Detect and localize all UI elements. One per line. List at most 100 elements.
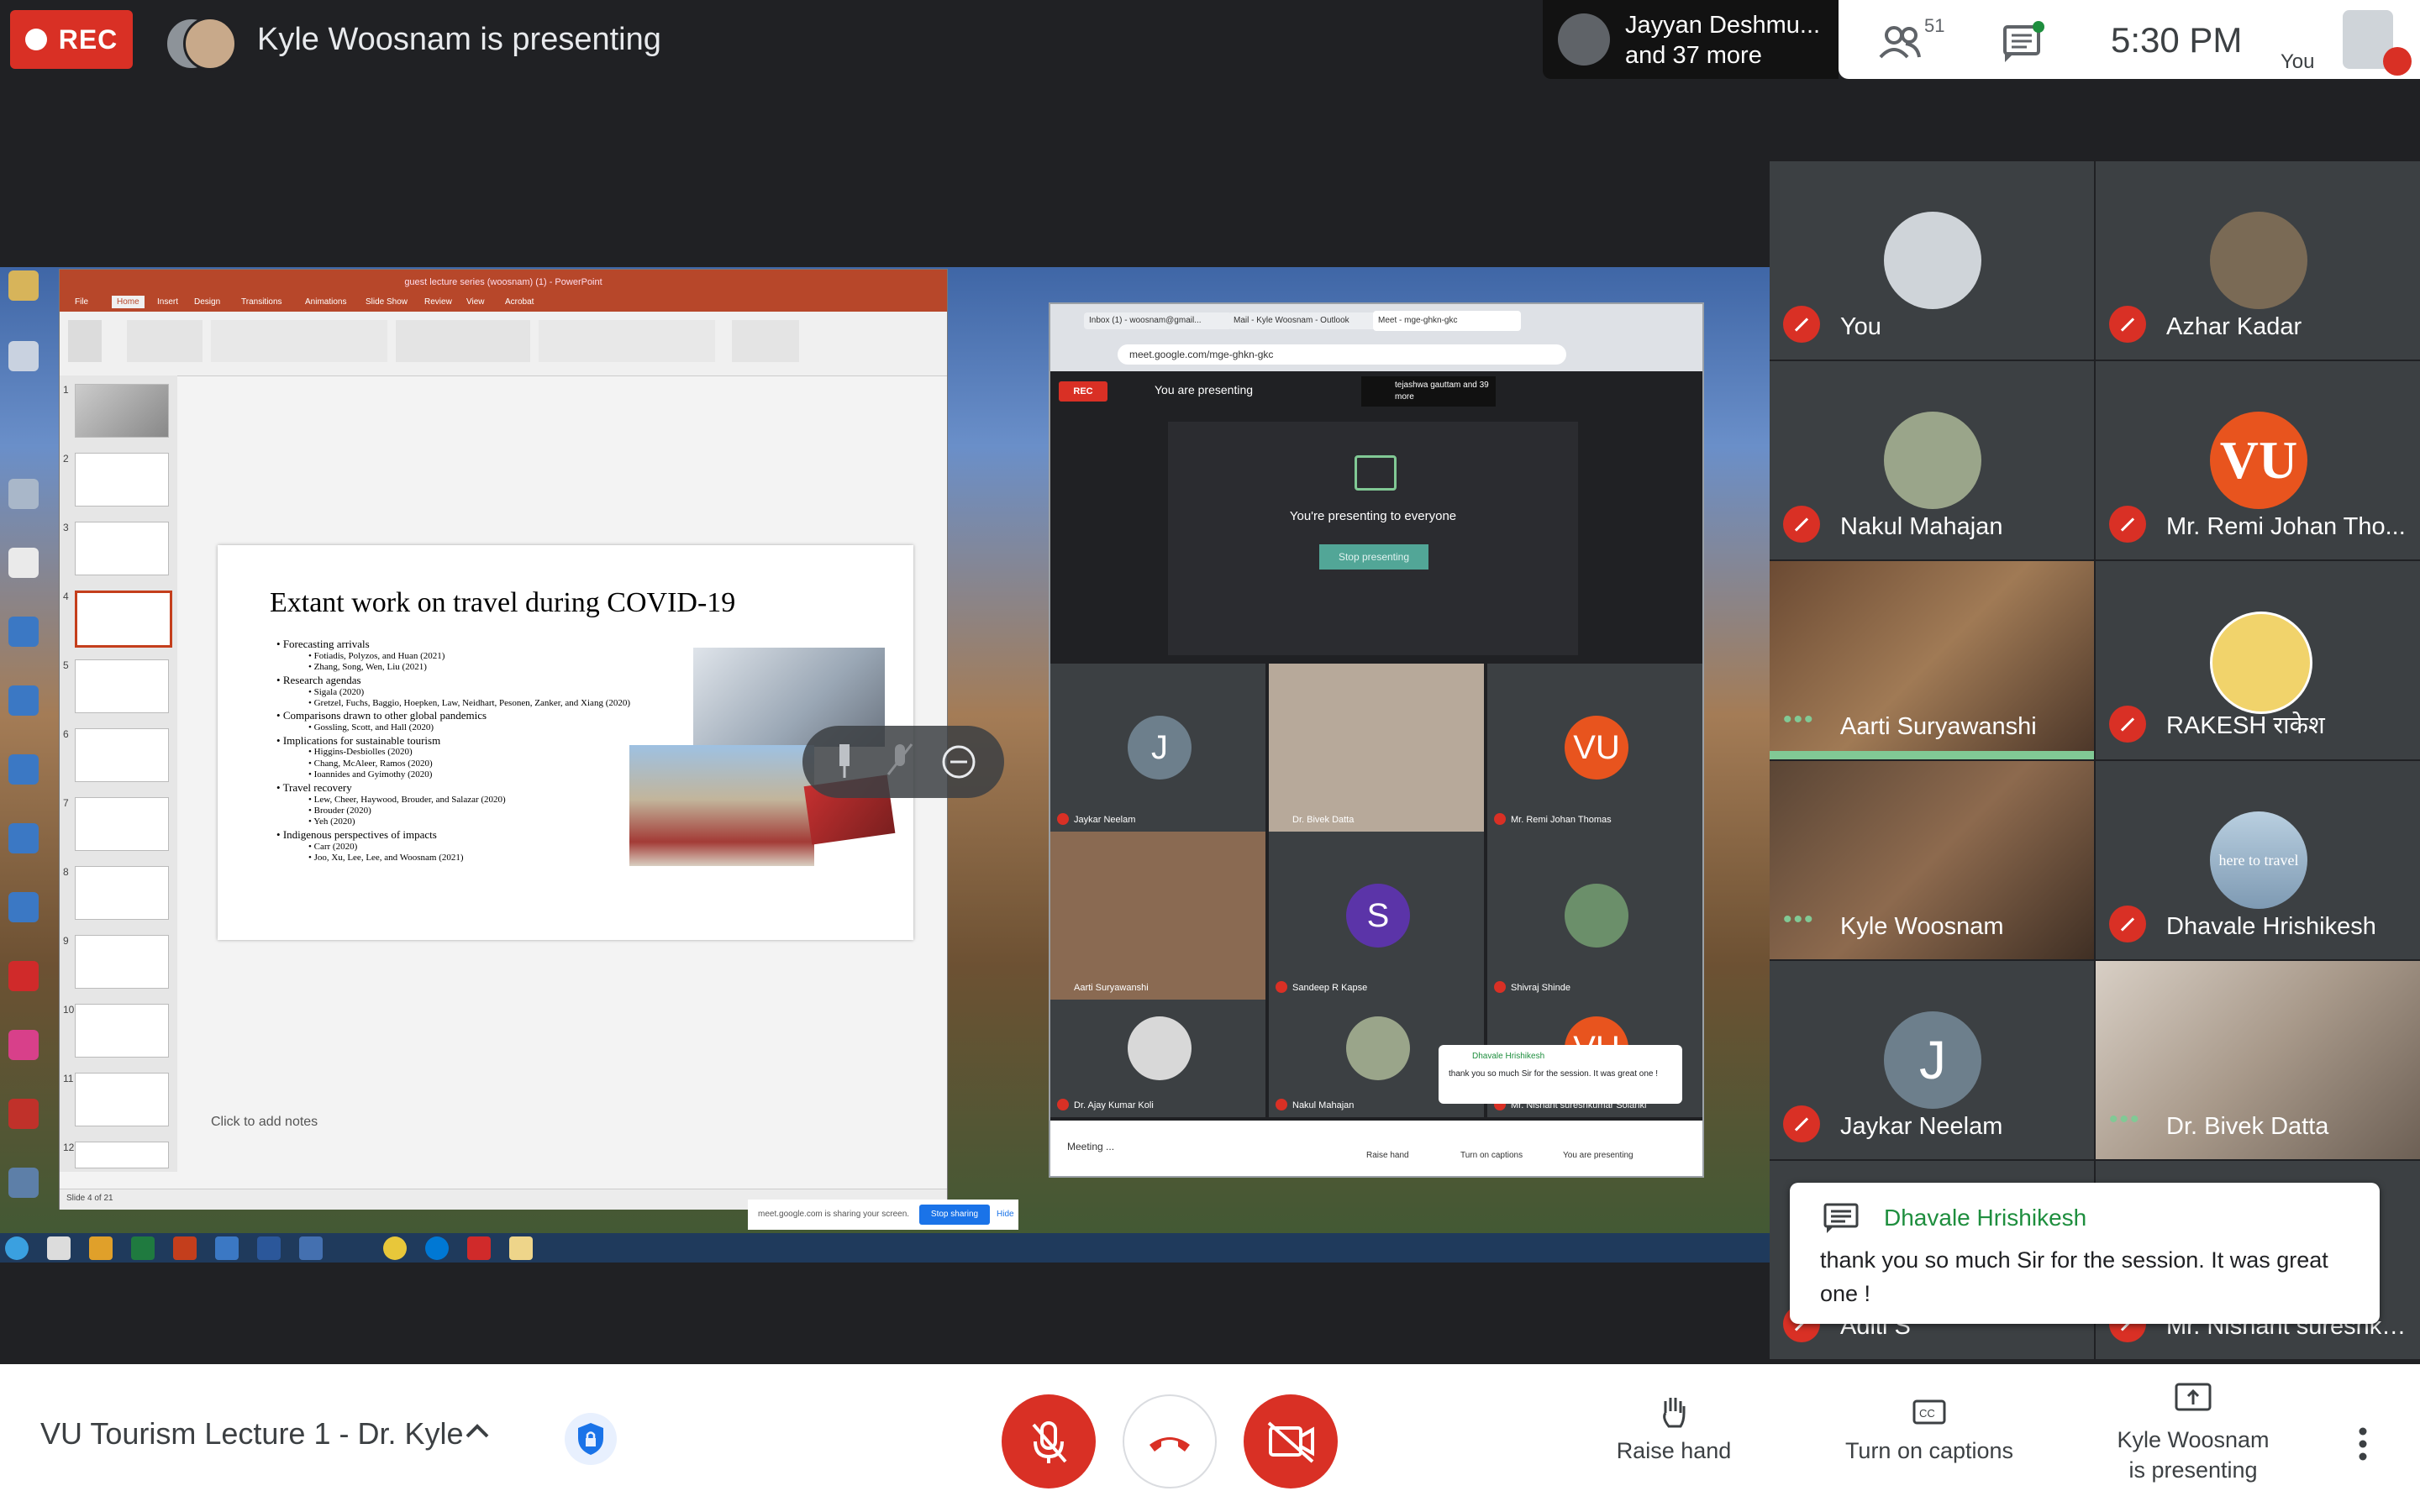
- hide-button[interactable]: Hide: [997, 1210, 1014, 1219]
- participant-tile[interactable]: Nakul Mahajan: [1770, 361, 2094, 559]
- ppt-tab[interactable]: Transitions: [241, 297, 282, 307]
- people-button[interactable]: 51: [1876, 15, 1951, 66]
- folder-icon[interactable]: [509, 1236, 533, 1260]
- ppt-tab[interactable]: Insert: [157, 297, 178, 307]
- inner-tile: Aarti Suryawanshi: [1050, 832, 1265, 1000]
- host-controls-button[interactable]: [565, 1413, 617, 1465]
- participant-tile[interactable]: You: [1770, 161, 2094, 360]
- folder-icon: [8, 270, 39, 301]
- camera-toggle-button[interactable]: [1244, 1394, 1338, 1488]
- active-speaker-bar: [1770, 751, 2094, 759]
- bullet-l1: • Forecasting arrivals: [276, 638, 370, 650]
- participants-chip[interactable]: Jayyan Deshmu... and 37 more: [1543, 0, 1839, 79]
- inner-captions[interactable]: Turn on captions: [1460, 1151, 1523, 1160]
- slide-thumbnail[interactable]: [75, 1004, 169, 1058]
- ppt-tab[interactable]: Home: [112, 296, 145, 308]
- chevron-up-icon[interactable]: [462, 1415, 492, 1448]
- camera-off-icon: [1267, 1421, 1314, 1463]
- inner-tile-name: Mr. Remi Johan Thomas: [1511, 815, 1612, 825]
- chat-button[interactable]: [1996, 18, 2055, 66]
- slide-thumbnail[interactable]: [75, 384, 169, 438]
- participant-video-tile[interactable]: ••• Dr. Bivek Datta: [2096, 961, 2420, 1159]
- participant-tile[interactable]: J Jaykar Neelam: [1770, 961, 2094, 1159]
- mute-participant-icon[interactable]: [886, 743, 913, 775]
- chrome-icon[interactable]: [383, 1236, 407, 1260]
- mic-toggle-button[interactable]: [1002, 1394, 1096, 1488]
- inner-tile: VU Mr. Remi Johan Thomas: [1487, 664, 1702, 832]
- ppt-tab[interactable]: Design: [194, 297, 220, 307]
- inner-presenting[interactable]: You are presenting: [1563, 1151, 1634, 1160]
- slide-thumbnail[interactable]: [75, 935, 169, 989]
- acrobat-icon[interactable]: [467, 1236, 491, 1260]
- word-icon[interactable]: [257, 1236, 281, 1260]
- participant-video-tile[interactable]: ••• Kyle Woosnam: [1770, 761, 2094, 959]
- participant-tile[interactable]: VU Mr. Remi Johan Tho...: [2096, 361, 2420, 559]
- shared-screen: guest lecture series (woosnam) (1) - Pow…: [0, 267, 1770, 1263]
- presenter-avatar: [183, 17, 237, 71]
- mic-off-icon: [1783, 306, 1820, 343]
- mic-off-icon: [1276, 981, 1287, 993]
- slides-group[interactable]: [127, 320, 203, 362]
- font-group[interactable]: [211, 320, 387, 362]
- browser-tab[interactable]: Inbox (1) - woosnam@gmail...: [1084, 312, 1232, 329]
- participant-tile[interactable]: Azhar Kadar: [2096, 161, 2420, 360]
- inner-tile: S Sandeep R Kapse: [1269, 832, 1484, 1000]
- paste-icon[interactable]: [68, 320, 102, 362]
- taskbar-app-icon[interactable]: [89, 1236, 113, 1260]
- raise-hand-button[interactable]: Raise hand: [1607, 1393, 1741, 1464]
- participant-tile[interactable]: RAKESH राकेश: [2096, 561, 2420, 759]
- slide-thumbnail[interactable]: [75, 728, 169, 782]
- inner-meeting-details[interactable]: Meeting ...: [1067, 1141, 1114, 1152]
- ppt-tab[interactable]: Review: [424, 297, 452, 307]
- participant-tile[interactable]: here to travel Dhavale Hrishikesh: [2096, 761, 2420, 959]
- slide-thumbnail-selected[interactable]: [75, 591, 172, 648]
- ppt-tab[interactable]: File: [75, 297, 88, 307]
- pin-icon[interactable]: [839, 744, 850, 778]
- meeting-title[interactable]: VU Tourism Lecture 1 - Dr. Kyle: [40, 1416, 464, 1452]
- notes-placeholder[interactable]: Click to add notes: [211, 1115, 318, 1130]
- slide-thumbnail[interactable]: [75, 1073, 169, 1126]
- slide-thumbnail[interactable]: [75, 659, 169, 713]
- slide-thumbnail[interactable]: [75, 866, 169, 920]
- start-button-icon[interactable]: [5, 1236, 29, 1260]
- skype-icon[interactable]: [425, 1236, 449, 1260]
- inner-people-chip[interactable]: tejashwa gauttam and 39 more: [1361, 376, 1496, 407]
- browser-tab-active[interactable]: Meet - mge-ghkn-gkc: [1373, 311, 1521, 331]
- participant-avatar: [1558, 13, 1610, 66]
- participant-video-tile[interactable]: ••• Aarti Suryawanshi: [1770, 561, 2094, 759]
- stop-presenting-button[interactable]: Stop presenting: [1319, 544, 1428, 570]
- slide-thumbnail[interactable]: [75, 453, 169, 507]
- presentation-button[interactable]: Kyle Woosnam is presenting: [2101, 1379, 2286, 1485]
- slide-thumbnail[interactable]: [75, 1142, 169, 1168]
- thumb-number: 6: [63, 728, 69, 740]
- inner-tile-name: Nakul Mahajan: [1292, 1100, 1355, 1110]
- participant-name: You: [1840, 313, 1881, 340]
- taskbar-app-icon[interactable]: [47, 1236, 71, 1260]
- more-options-icon[interactable]: [2354, 1423, 2371, 1465]
- chat-message-popup[interactable]: Dhavale Hrishikesh thank you so much Sir…: [1790, 1183, 2380, 1324]
- browser-tab[interactable]: Mail - Kyle Woosnam - Outlook: [1228, 312, 1376, 329]
- leave-call-button[interactable]: [1123, 1394, 1217, 1488]
- bullet-l2: • Higgins-Desbiolles (2020): [308, 747, 413, 758]
- address-bar[interactable]: meet.google.com/mge-ghkn-gkc: [1118, 344, 1566, 365]
- paragraph-group[interactable]: [396, 320, 530, 362]
- ppt-tab[interactable]: Acrobat: [505, 297, 534, 307]
- adobe-app-icon: [8, 1030, 39, 1060]
- excel-icon[interactable]: [131, 1236, 155, 1260]
- taskbar-app-icon[interactable]: [299, 1236, 323, 1260]
- inner-raise-hand[interactable]: Raise hand: [1366, 1151, 1409, 1160]
- taskbar-app-icon[interactable]: [215, 1236, 239, 1260]
- acrobat-icon: [8, 961, 39, 991]
- ppt-tab[interactable]: Animations: [305, 297, 346, 307]
- remove-participant-icon[interactable]: [942, 745, 976, 779]
- drawing-group[interactable]: [539, 320, 715, 362]
- ppt-tab[interactable]: View: [466, 297, 485, 307]
- captions-button[interactable]: CC Turn on captions: [1828, 1393, 2030, 1464]
- stop-sharing-button[interactable]: Stop sharing: [919, 1205, 990, 1225]
- slide-thumbnail[interactable]: [75, 797, 169, 851]
- editing-group[interactable]: [732, 320, 799, 362]
- inner-rec-badge: REC: [1059, 381, 1107, 402]
- slide-thumbnail[interactable]: [75, 522, 169, 575]
- powerpoint-icon[interactable]: [173, 1236, 197, 1260]
- ppt-tab[interactable]: Slide Show: [366, 297, 408, 307]
